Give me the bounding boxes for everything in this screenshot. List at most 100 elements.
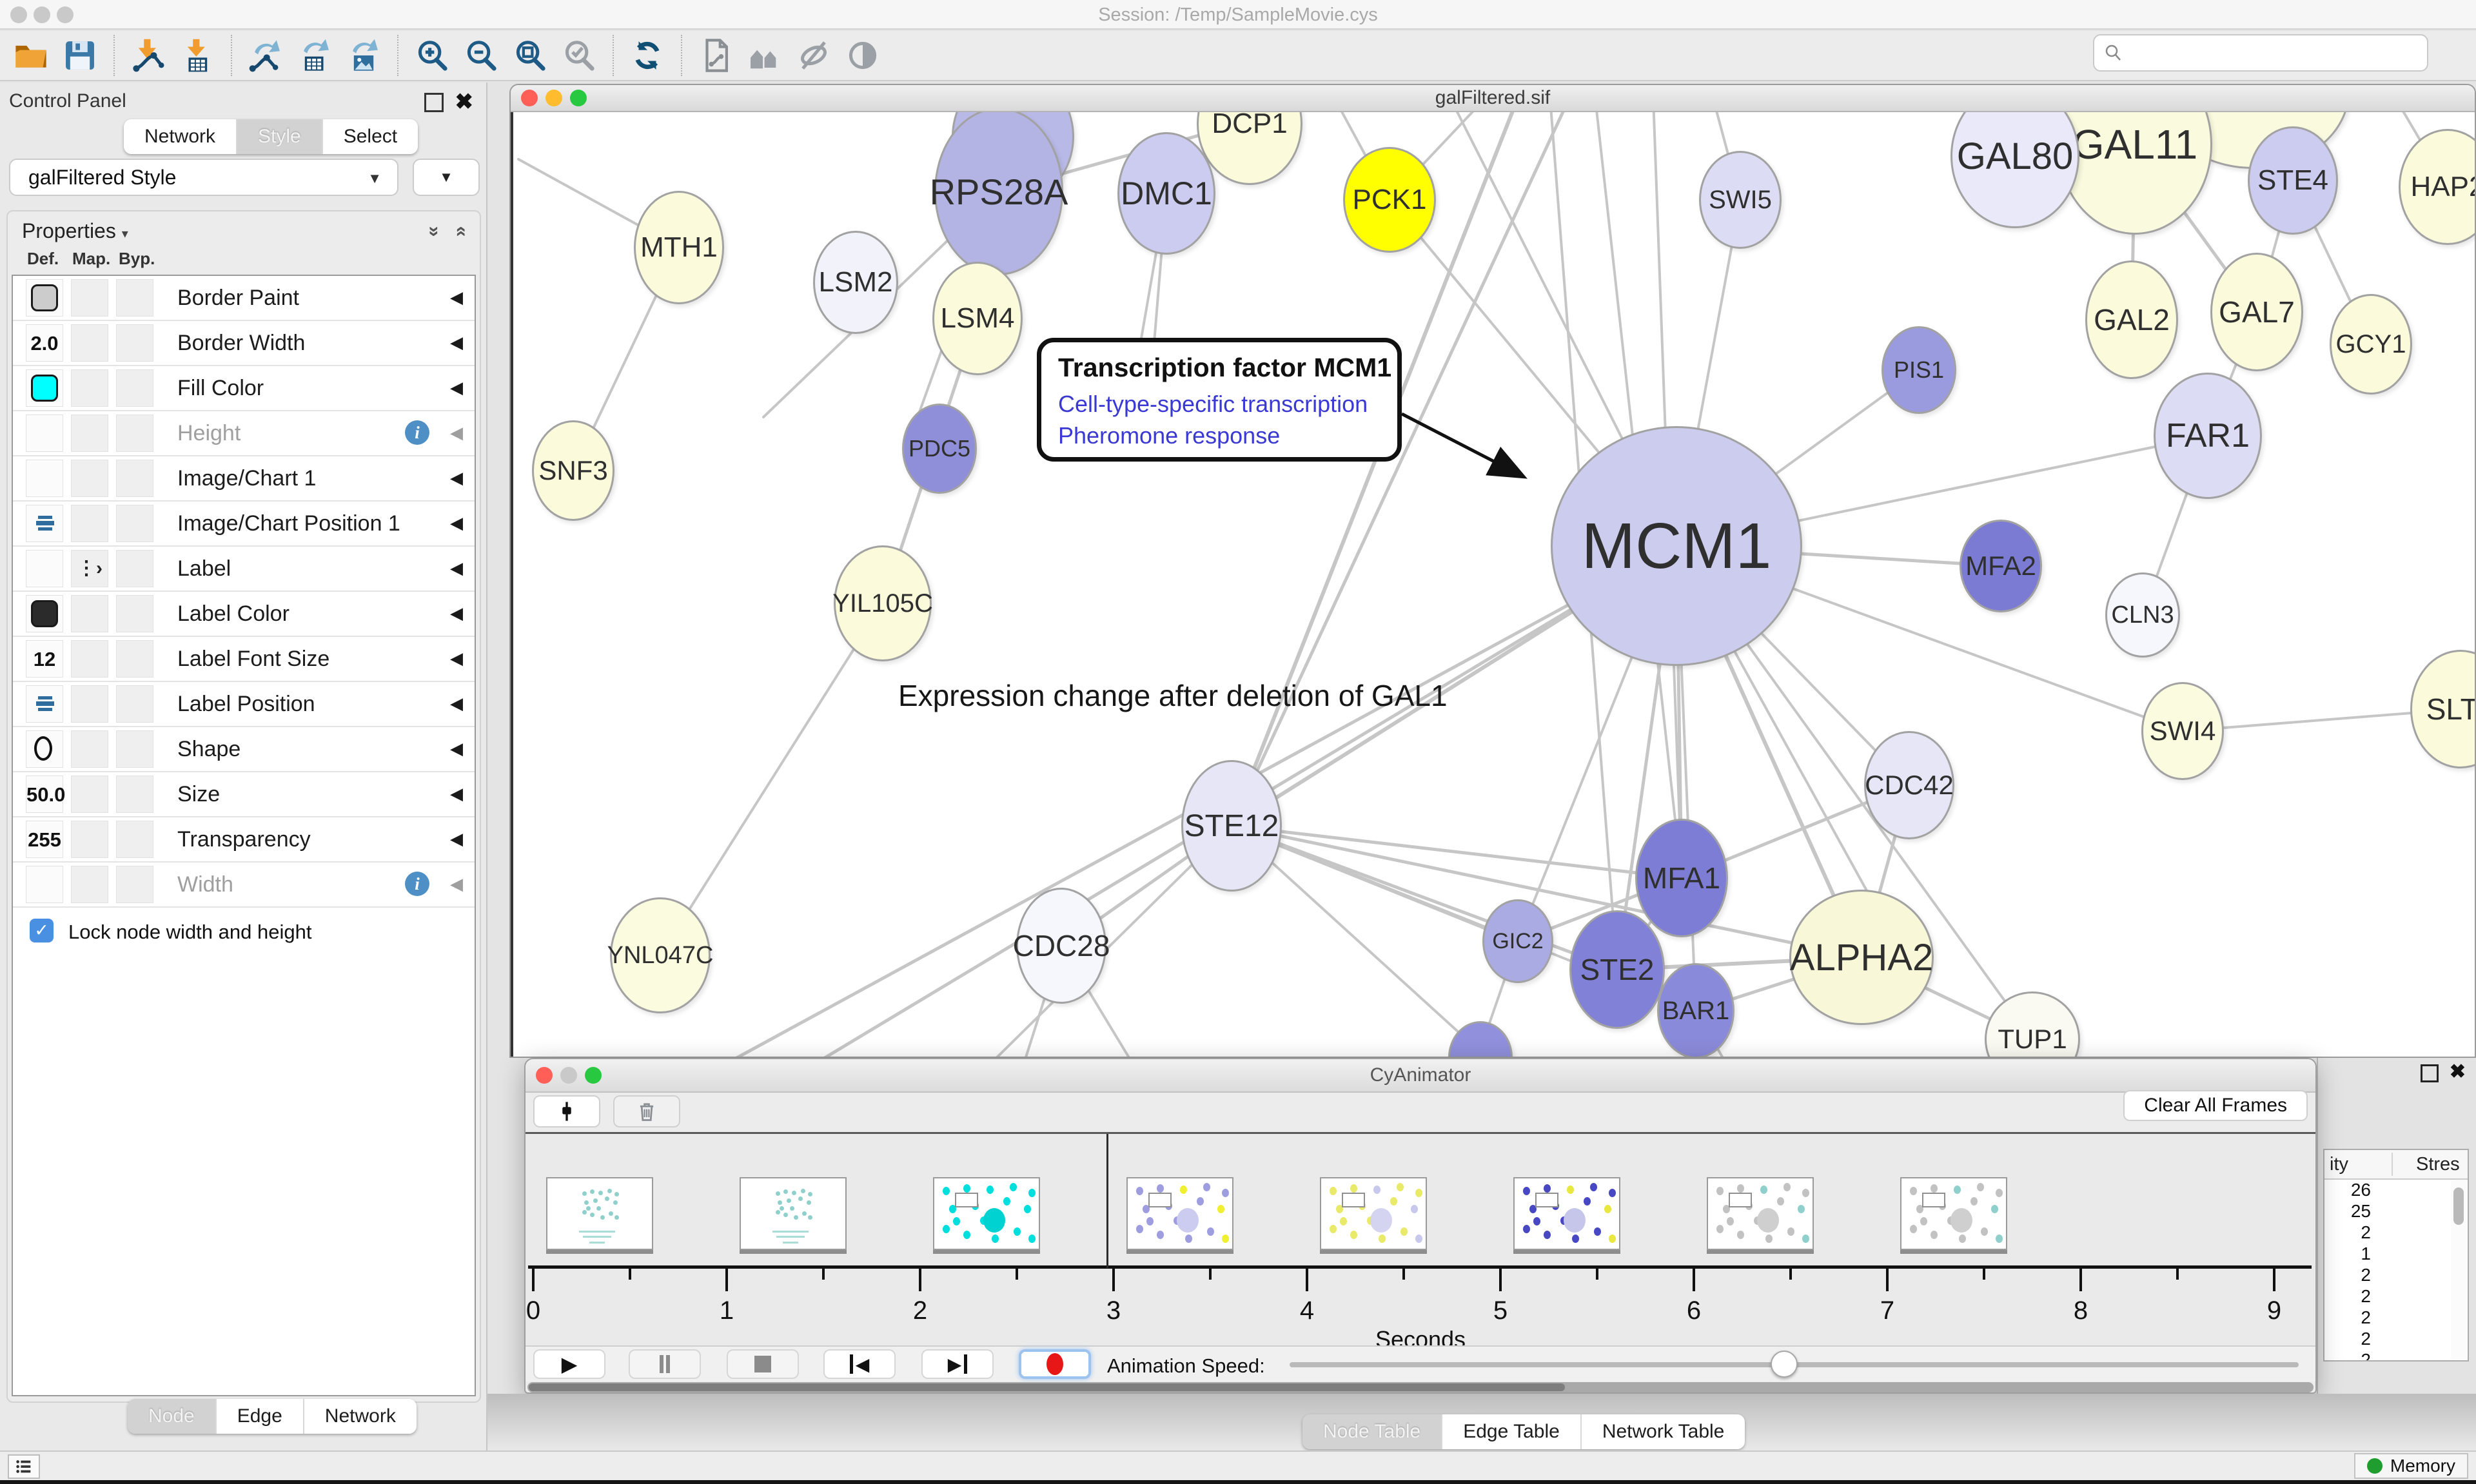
property-row[interactable]: 12Label Font Size◀ [13, 637, 475, 682]
pause-button[interactable] [629, 1349, 701, 1379]
default-cell[interactable] [26, 866, 63, 903]
mapping-cell[interactable] [71, 415, 108, 452]
frames-timeline[interactable]: Seconds 0123456789 [526, 1134, 2315, 1345]
info-icon[interactable]: i [405, 872, 429, 896]
network-node-pck1[interactable]: PCK1 [1343, 147, 1436, 253]
network-node-mfa1[interactable]: MFA1 [1635, 819, 1728, 937]
save-session-button[interactable] [60, 35, 100, 75]
default-cell[interactable] [26, 730, 63, 768]
default-cell[interactable] [26, 550, 63, 587]
bypass-cell[interactable] [116, 730, 153, 768]
expand-row-icon[interactable]: ◀ [450, 784, 463, 804]
network-window-titlebar[interactable]: galFiltered.sif [511, 85, 2475, 112]
default-cell[interactable] [26, 685, 63, 723]
default-cell[interactable] [26, 369, 63, 407]
bypass-cell[interactable] [116, 821, 153, 858]
mapping-cell[interactable] [71, 595, 108, 632]
style-tab-edge[interactable]: Edge [217, 1399, 304, 1434]
network-canvas[interactable]: DCP1GAL11GAL80RPS28ADMC1PCK1MTH1LSM2LSM4… [511, 112, 2475, 1057]
zoom-in-button[interactable] [412, 35, 452, 75]
mapping-cell[interactable] [71, 685, 108, 723]
bypass-cell[interactable] [116, 776, 153, 813]
network-node-cdc42[interactable]: CDC42 [1864, 731, 1954, 839]
animation-speed-slider[interactable] [1290, 1362, 2299, 1367]
table-cell-value[interactable]: 1 [2324, 1244, 2450, 1265]
export-image-button[interactable] [344, 35, 384, 75]
network-from-file-button[interactable] [696, 35, 736, 75]
table-cell-value[interactable]: 2 [2324, 1350, 2450, 1360]
show-panels-button[interactable] [8, 1454, 40, 1479]
network-node-lsm2[interactable]: LSM2 [813, 231, 898, 334]
mapping-cell[interactable] [71, 324, 108, 362]
delete-frame-button[interactable] [613, 1095, 680, 1128]
mapping-cell[interactable]: ⋮› [71, 550, 108, 587]
style-options-button[interactable]: ▼ [413, 159, 480, 196]
mapping-cell[interactable] [71, 821, 108, 858]
properties-title[interactable]: Properties ▾ [22, 219, 128, 243]
expand-row-icon[interactable]: ◀ [450, 333, 463, 353]
expand-row-icon[interactable]: ◀ [450, 694, 463, 714]
open-session-button[interactable] [11, 35, 51, 75]
expand-row-icon[interactable]: ◀ [450, 513, 463, 533]
table-cell-value[interactable]: 26 [2324, 1180, 2450, 1201]
frame-thumbnail[interactable] [1126, 1177, 1233, 1250]
network-node-slt2[interactable]: SLT2 [2410, 650, 2475, 768]
network-node-gal11[interactable]: GAL11 [2058, 112, 2212, 235]
memory-button[interactable]: Memory [2354, 1453, 2468, 1479]
network-node-snf3[interactable]: SNF3 [532, 420, 614, 521]
bypass-cell[interactable] [116, 505, 153, 542]
bypass-cell[interactable] [116, 369, 153, 407]
search-input[interactable] [2124, 42, 2427, 64]
table-cell-value[interactable]: 25 [2324, 1201, 2450, 1222]
property-row[interactable]: Image/Chart 1◀ [13, 456, 475, 502]
timeline-scrollbar-thumb[interactable] [529, 1383, 1565, 1391]
close-panel-icon[interactable]: ✖ [455, 89, 474, 115]
network-node-mfa2[interactable]: MFA2 [1960, 520, 2042, 612]
default-cell[interactable] [26, 415, 63, 452]
expand-row-icon[interactable]: ◀ [450, 739, 463, 759]
bypass-cell[interactable] [116, 415, 153, 452]
search-box[interactable] [2093, 34, 2428, 72]
timeline-scrollbar[interactable] [527, 1382, 2314, 1392]
table-scrollbar[interactable] [2451, 1180, 2466, 1359]
export-network-button[interactable] [246, 35, 286, 75]
bypass-cell[interactable] [116, 595, 153, 632]
import-network-button[interactable] [128, 35, 168, 75]
table-cell-value[interactable]: 2 [2324, 1286, 2450, 1307]
network-node-gal2[interactable]: GAL2 [2085, 260, 2178, 379]
show-all-button[interactable] [843, 35, 883, 75]
network-node-mcm1[interactable]: MCM1 [1551, 426, 1802, 666]
float-panel-icon[interactable] [424, 93, 444, 112]
frame-thumbnail[interactable] [1900, 1177, 2007, 1250]
zoom-out-button[interactable] [461, 35, 501, 75]
bypass-cell[interactable] [116, 550, 153, 587]
property-row[interactable]: Widthi◀ [13, 863, 475, 908]
default-cell[interactable]: 255 [26, 821, 63, 858]
bypass-cell[interactable] [116, 460, 153, 497]
expand-row-icon[interactable]: ◀ [450, 603, 463, 623]
frame-thumbnail[interactable] [1320, 1177, 1427, 1250]
network-node-cdc28[interactable]: CDC28 [1016, 888, 1106, 1004]
network-node-ynl047c[interactable]: YNL047C [610, 897, 711, 1013]
tab-select[interactable]: Select [323, 119, 418, 154]
collapse-all-icon[interactable]: » [449, 226, 471, 237]
expand-row-icon[interactable]: ◀ [450, 874, 463, 894]
network-node-bar1[interactable]: BAR1 [1657, 963, 1734, 1057]
bypass-cell[interactable] [116, 640, 153, 678]
lock-size-checkbox[interactable]: ✓ [30, 919, 54, 942]
play-button[interactable]: ▶ [533, 1349, 605, 1379]
default-cell[interactable] [26, 460, 63, 497]
skip-start-button[interactable]: ◀ [823, 1349, 896, 1379]
property-row[interactable]: Fill Color◀ [13, 366, 475, 411]
record-button[interactable] [1019, 1349, 1091, 1379]
stop-button[interactable] [727, 1349, 799, 1379]
network-node-far1[interactable]: FAR1 [2154, 373, 2262, 499]
table-tab-network-table[interactable]: Network Table [1582, 1414, 1745, 1449]
mapping-cell[interactable] [71, 279, 108, 317]
frame-thumbnail[interactable] [1707, 1177, 1814, 1250]
timeline-playhead[interactable] [1106, 1134, 1108, 1268]
node-table-header[interactable]: ity Stres [2324, 1150, 2468, 1180]
expand-row-icon[interactable]: ◀ [450, 468, 463, 488]
style-tab-node[interactable]: Node [128, 1399, 217, 1434]
network-node-hap2[interactable]: HAP2 [2399, 129, 2475, 245]
